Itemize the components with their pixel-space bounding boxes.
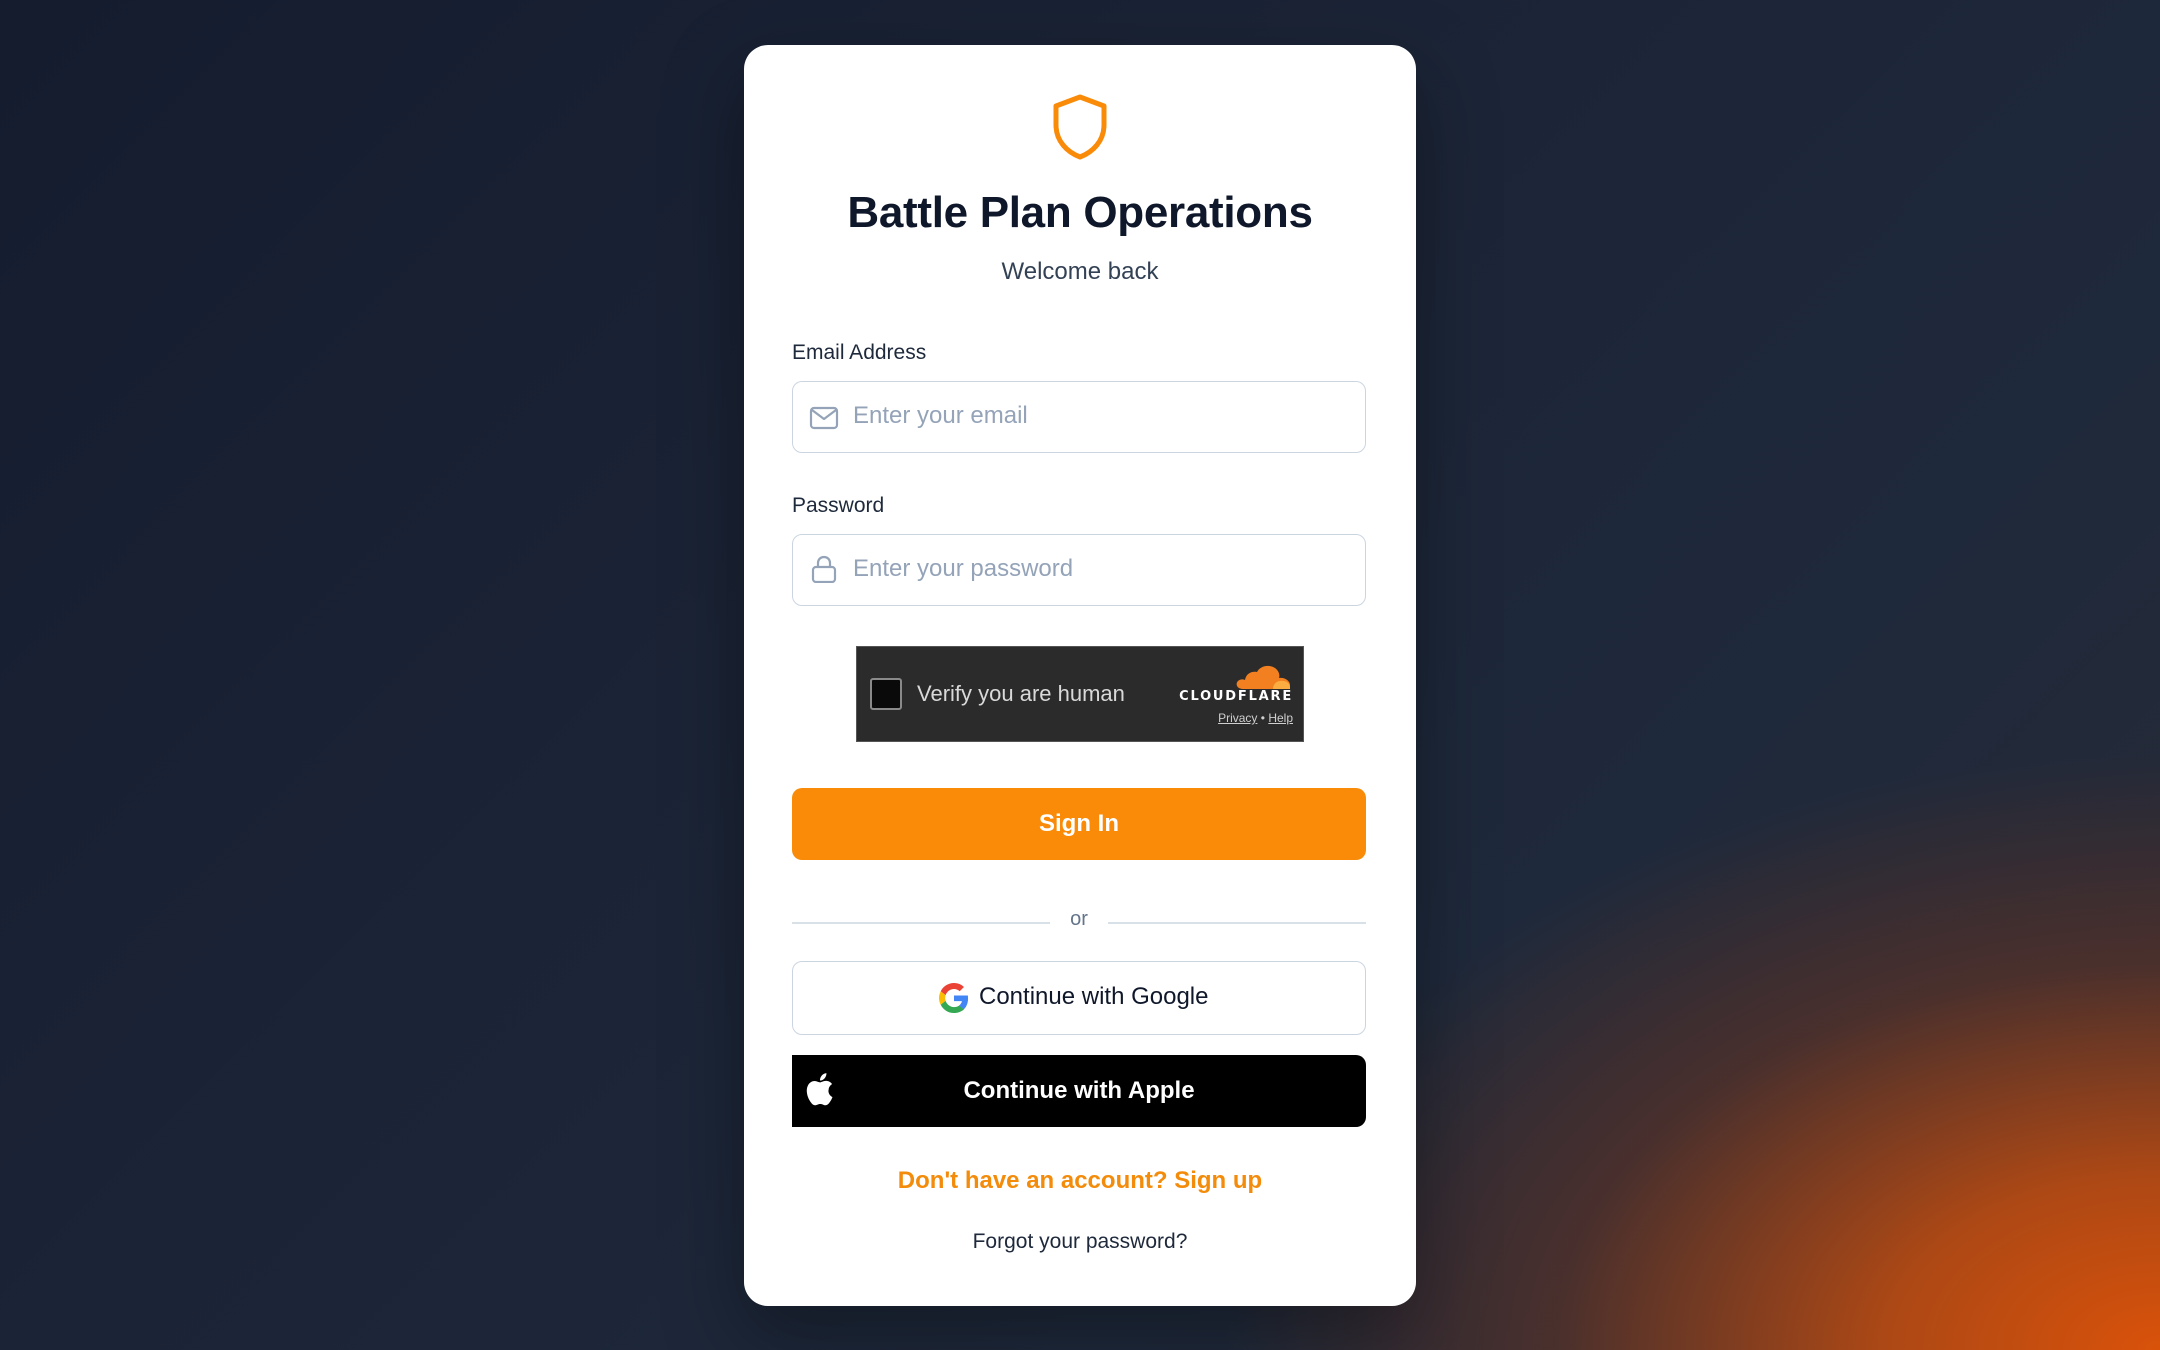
captcha-privacy-link[interactable]: Privacy	[1218, 711, 1257, 725]
captcha-label: Verify you are human	[917, 681, 1125, 706]
google-icon	[939, 983, 969, 1013]
mail-icon	[809, 406, 839, 430]
email-input[interactable]	[853, 382, 1353, 450]
divider-text: or	[1070, 908, 1088, 930]
forgot-password-link[interactable]: Forgot your password?	[744, 1230, 1416, 1254]
captcha-link-separator: •	[1260, 711, 1265, 725]
sign-in-button[interactable]: Sign In	[792, 788, 1366, 860]
or-divider: or	[792, 908, 1366, 938]
google-signin-button[interactable]: Continue with Google	[792, 961, 1366, 1035]
email-label: Email Address	[792, 341, 927, 364]
captcha-provider: CLOUDFLARE	[1179, 689, 1293, 704]
captcha-help-link[interactable]: Help	[1268, 711, 1293, 725]
shield-icon	[1053, 94, 1107, 160]
login-card: Battle Plan Operations Welcome back Emai…	[744, 45, 1416, 1306]
apple-button-label: Continue with Apple	[963, 1077, 1195, 1104]
apple-signin-button[interactable]: Continue with Apple	[792, 1055, 1366, 1127]
password-label: Password	[792, 494, 885, 517]
captcha-widget: Verify you are human CLOUDFLARE Privacy …	[856, 646, 1304, 742]
captcha-links: Privacy • Help	[1157, 711, 1293, 725]
cloudflare-cloud-icon	[1236, 665, 1290, 689]
signup-link[interactable]: Don't have an account? Sign up	[744, 1167, 1416, 1195]
google-button-label: Continue with Google	[979, 983, 1209, 1010]
page-subtitle: Welcome back	[1001, 258, 1159, 285]
email-field-container[interactable]	[792, 381, 1366, 453]
password-input[interactable]	[853, 535, 1353, 603]
page-title: Battle Plan Operations	[847, 188, 1313, 237]
lock-icon	[811, 555, 837, 583]
captcha-checkbox[interactable]	[870, 678, 902, 710]
password-field-container[interactable]	[792, 534, 1366, 606]
